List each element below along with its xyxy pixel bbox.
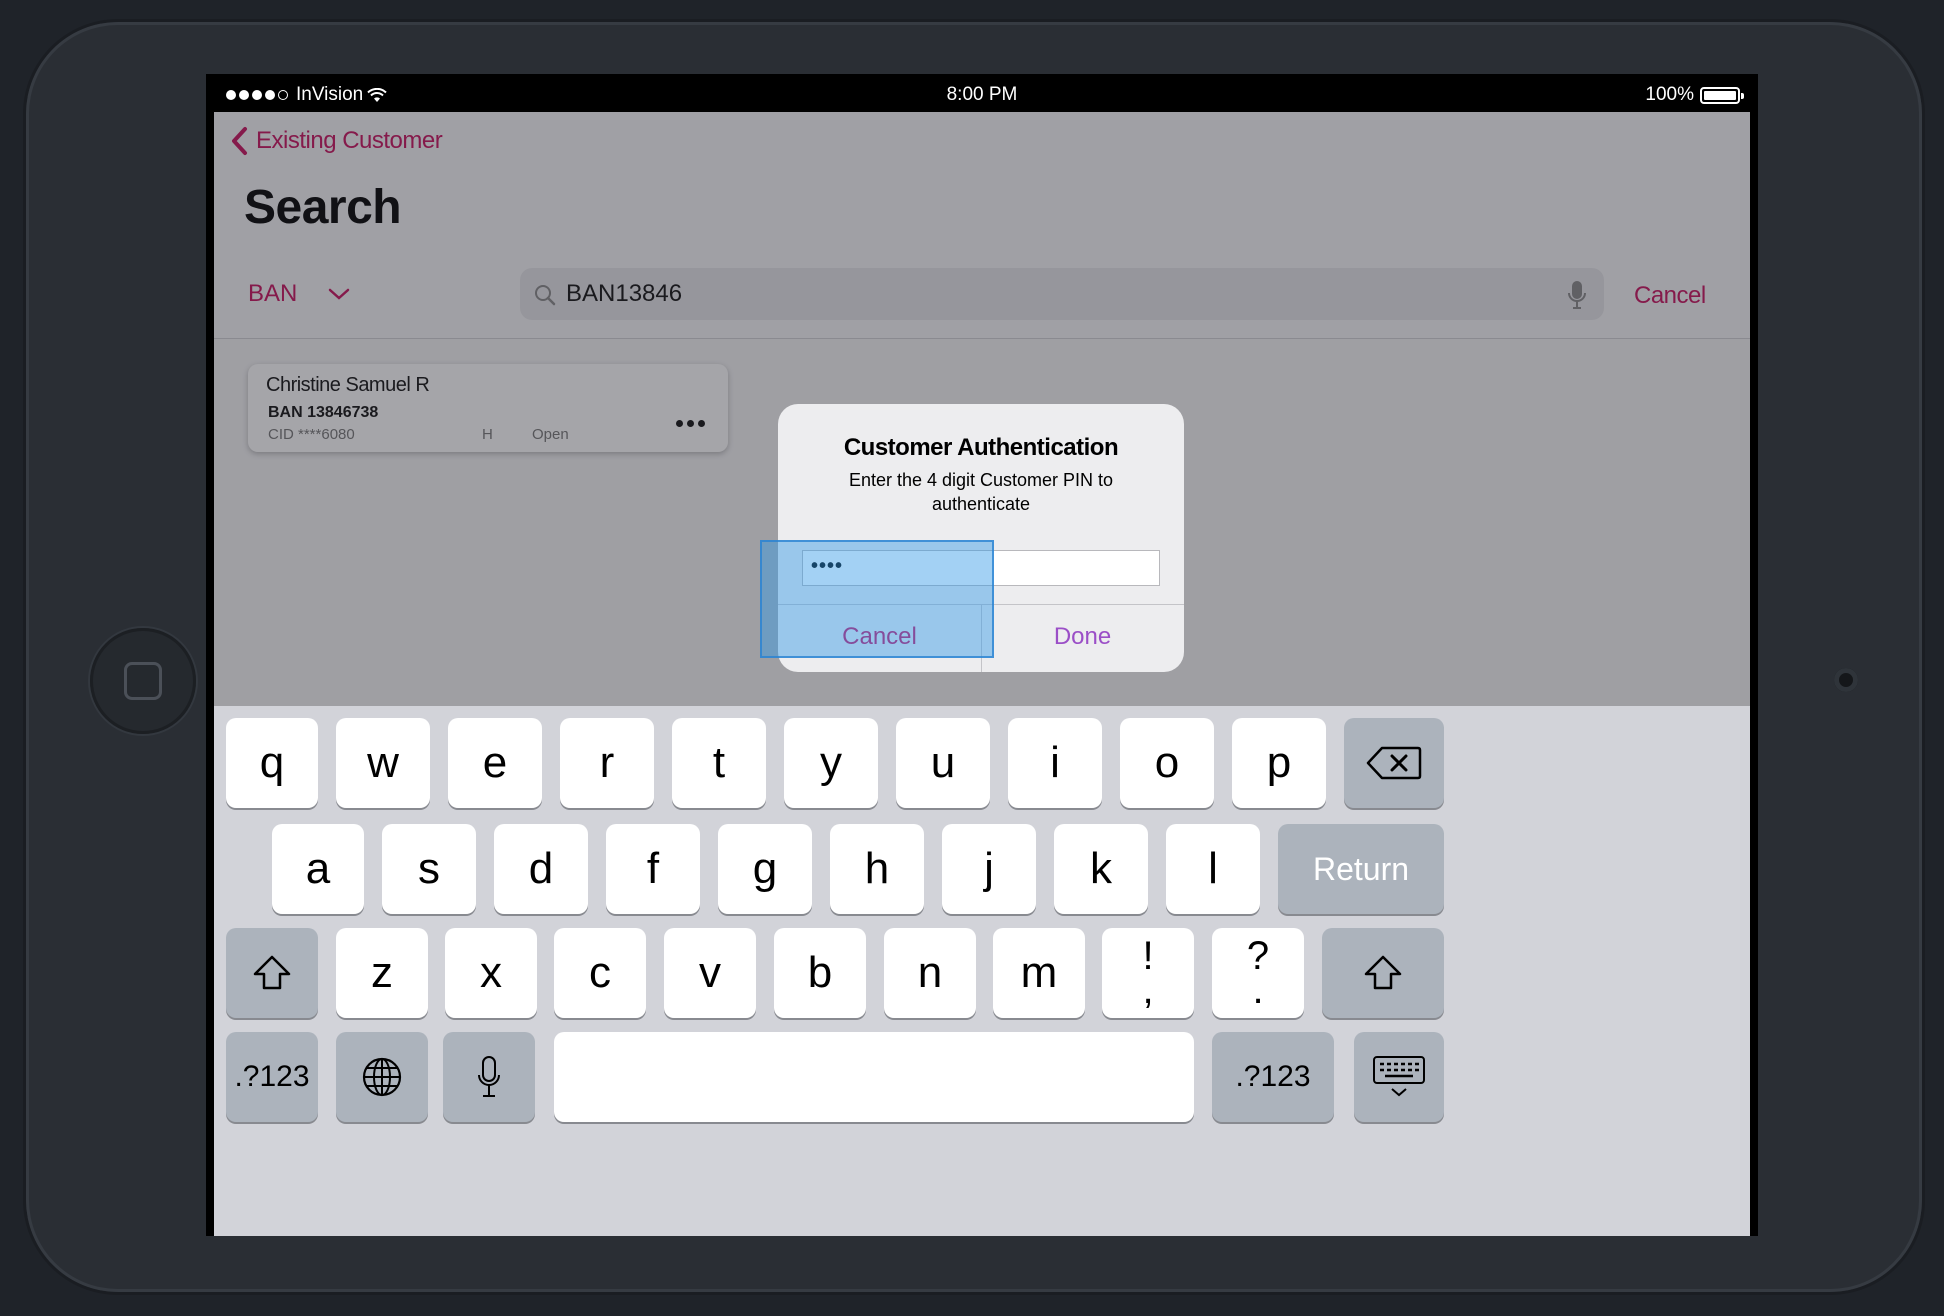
globe-icon <box>362 1057 402 1097</box>
shift-key-right[interactable] <box>1322 928 1444 1018</box>
keyboard-dismiss-icon <box>1373 1056 1425 1097</box>
battery-icon <box>1700 86 1744 104</box>
shift-arrow-icon <box>253 955 291 990</box>
key-v[interactable]: v <box>664 928 756 1018</box>
key-g[interactable]: g <box>718 824 812 914</box>
key-period-label: . <box>1252 968 1264 1012</box>
shift-arrow-icon <box>1364 955 1402 990</box>
key-x[interactable]: x <box>445 928 537 1018</box>
numbers-key-left[interactable]: .?123 <box>226 1032 318 1122</box>
home-square-icon <box>124 662 162 700</box>
key-q[interactable]: q <box>226 718 318 808</box>
key-o[interactable]: o <box>1120 718 1214 808</box>
app-content: Existing Customer Search BAN BAN13846 Ca… <box>214 112 1750 1236</box>
key-d[interactable]: d <box>494 824 588 914</box>
key-h[interactable]: h <box>830 824 924 914</box>
key-i[interactable]: i <box>1008 718 1102 808</box>
tap-hotspot-highlight <box>760 540 994 658</box>
dismiss-keyboard-key[interactable] <box>1354 1032 1444 1122</box>
key-f[interactable]: f <box>606 824 700 914</box>
dialog-title: Customer Authentication <box>843 434 1119 461</box>
key-y[interactable]: y <box>784 718 878 808</box>
key-j[interactable]: j <box>942 824 1036 914</box>
key-k[interactable]: k <box>1054 824 1148 914</box>
status-bar: InVision 8:00 PM 100% <box>206 74 1758 112</box>
microphone-icon <box>478 1056 500 1097</box>
key-z[interactable]: z <box>336 928 428 1018</box>
key-w[interactable]: w <box>336 718 430 808</box>
key-t[interactable]: t <box>672 718 766 808</box>
key-exclamation-comma[interactable]: !, <box>1102 928 1194 1018</box>
key-c[interactable]: c <box>554 928 646 1018</box>
on-screen-keyboard: q w e r t y u i o p a s d f g h j k l Re… <box>214 706 1750 1236</box>
key-p[interactable]: p <box>1232 718 1326 808</box>
key-a[interactable]: a <box>272 824 364 914</box>
return-key[interactable]: Return <box>1278 824 1444 914</box>
key-s[interactable]: s <box>382 824 476 914</box>
key-r[interactable]: r <box>560 718 654 808</box>
status-time: 8:00 PM <box>946 84 1018 105</box>
key-question-period[interactable]: ?. <box>1212 928 1304 1018</box>
space-key[interactable] <box>554 1032 1194 1122</box>
key-m[interactable]: m <box>993 928 1085 1018</box>
delete-key[interactable] <box>1344 718 1444 808</box>
home-button[interactable] <box>90 628 196 734</box>
key-b[interactable]: b <box>774 928 866 1018</box>
camera <box>1834 668 1858 692</box>
shift-key-left[interactable] <box>226 928 318 1018</box>
dialog-done-button[interactable]: Done <box>981 604 1184 672</box>
key-e[interactable]: e <box>448 718 542 808</box>
battery-percent: 100% <box>1645 84 1694 105</box>
dialog-message: Enter the 4 digit Customer PIN to authen… <box>848 470 1114 514</box>
key-comma-label: , <box>1142 968 1154 1012</box>
key-l[interactable]: l <box>1166 824 1260 914</box>
dictation-key[interactable] <box>443 1032 535 1122</box>
key-u[interactable]: u <box>896 718 990 808</box>
numbers-key-right[interactable]: .?123 <box>1212 1032 1334 1122</box>
globe-key[interactable] <box>336 1032 428 1122</box>
key-n[interactable]: n <box>884 928 976 1018</box>
delete-backspace-icon <box>1366 746 1422 780</box>
